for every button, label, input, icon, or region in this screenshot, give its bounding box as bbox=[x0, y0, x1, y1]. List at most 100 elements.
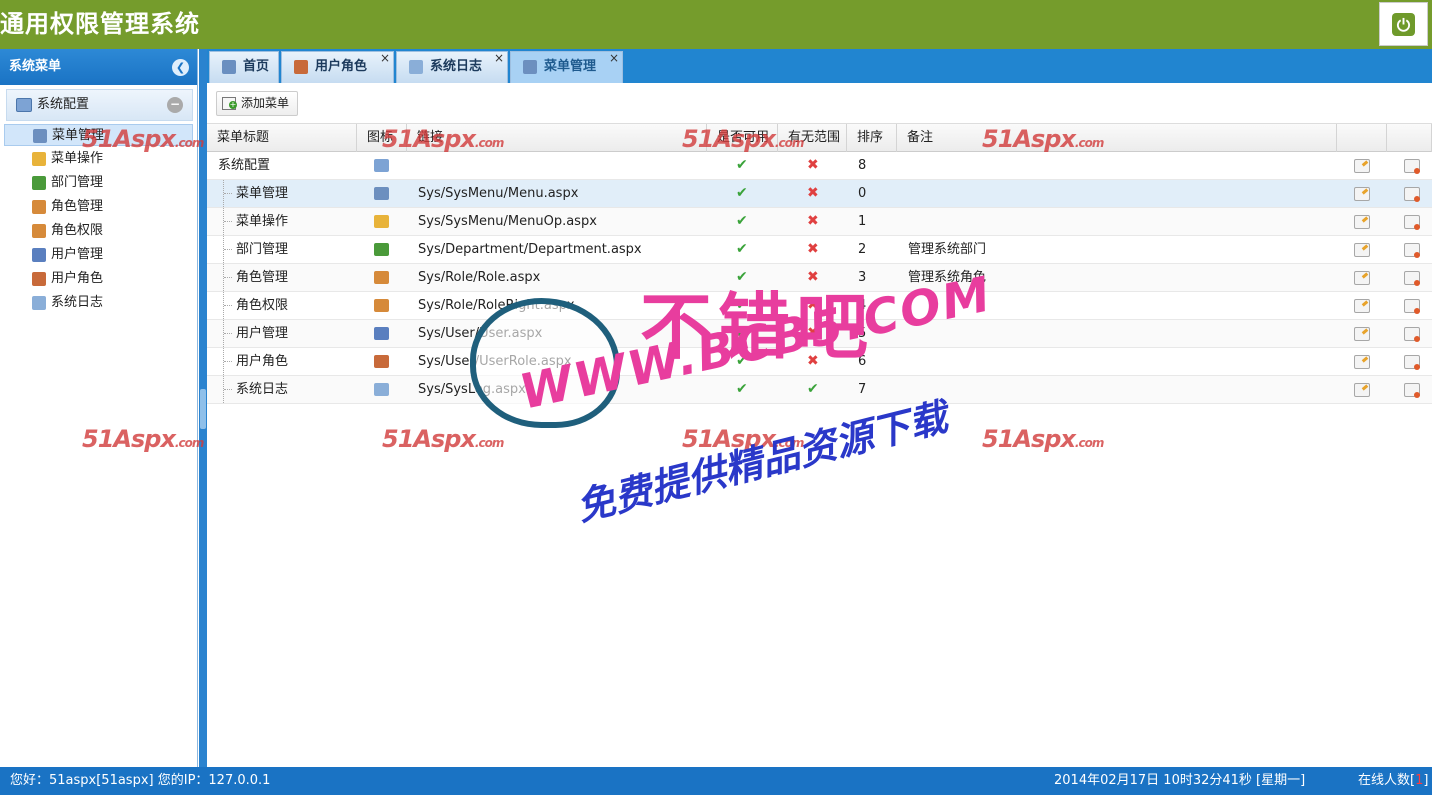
users-icon bbox=[374, 271, 389, 284]
menu-group-system-config[interactable]: 系统配置 − bbox=[6, 89, 193, 121]
online-end: ] bbox=[1423, 773, 1429, 788]
tree-connector bbox=[223, 208, 232, 235]
edit-icon[interactable] bbox=[1354, 243, 1370, 257]
check-icon: ✔ bbox=[736, 269, 748, 285]
remark-cell: 管理系统角色 bbox=[908, 270, 987, 285]
sidebar-item[interactable]: 用户角色 bbox=[30, 268, 194, 290]
tab-2[interactable]: 系统日志 × bbox=[396, 51, 508, 83]
tree-connector bbox=[223, 376, 232, 403]
edit-icon[interactable] bbox=[1354, 187, 1370, 201]
column-header[interactable]: 备注 bbox=[897, 124, 1337, 152]
app-header: 通用权限管理系统 bbox=[0, 0, 1432, 49]
tab-label: 菜单管理 bbox=[544, 59, 597, 74]
tab-1[interactable]: 用户角色 × bbox=[281, 51, 394, 83]
table-row[interactable]: 系统配置 ✔ ✖ 8 bbox=[207, 152, 1432, 180]
sidebar-item[interactable]: 菜单操作 bbox=[30, 148, 194, 170]
sidebar-item-label: 用户管理 bbox=[51, 247, 104, 262]
table-row[interactable]: 角色权限 Sys/Role/RoleRight.aspx ✔ ✖ 4 bbox=[207, 292, 1432, 320]
edit-icon[interactable] bbox=[1354, 355, 1370, 369]
add-menu-button[interactable]: 添加菜单 bbox=[216, 91, 298, 116]
sidebar-item-label: 系统日志 bbox=[51, 295, 104, 310]
close-icon[interactable]: × bbox=[609, 43, 619, 73]
edit-icon[interactable] bbox=[1354, 383, 1370, 397]
table-row[interactable]: 角色管理 Sys/Role/Role.aspx ✔ ✖ 3 管理系统角色 bbox=[207, 264, 1432, 292]
menu-title-cell: 用户角色 bbox=[236, 354, 289, 369]
cross-icon: ✖ bbox=[807, 325, 819, 341]
main-content: 添加菜单 菜单标题图标链接是否可用有无范围排序备注 系统配置 ✔ ✖ 8 菜单管理 Sys… bbox=[207, 83, 1432, 767]
grid-icon bbox=[523, 60, 537, 74]
power-icon bbox=[1392, 12, 1415, 36]
close-icon[interactable]: × bbox=[494, 43, 504, 73]
delete-icon[interactable] bbox=[1404, 187, 1420, 202]
tab-label: 首页 bbox=[243, 59, 270, 74]
status-user-info: 您好：51aspx[51aspx] 您的IP：127.0.0.1 bbox=[10, 773, 271, 788]
delete-icon[interactable] bbox=[1404, 271, 1420, 286]
delete-icon[interactable] bbox=[1404, 299, 1420, 314]
table-row[interactable]: 用户角色 Sys/User/UserRole.aspx ✔ ✖ 6 bbox=[207, 348, 1432, 376]
column-header-action bbox=[1387, 124, 1432, 152]
user-role-icon bbox=[294, 60, 308, 74]
column-header-action bbox=[1337, 124, 1387, 152]
delete-icon[interactable] bbox=[1404, 243, 1420, 258]
edit-icon[interactable] bbox=[1354, 327, 1370, 341]
menu-title-cell: 角色管理 bbox=[236, 270, 289, 285]
column-header[interactable]: 有无范围 bbox=[778, 124, 847, 152]
check-icon: ✔ bbox=[736, 297, 748, 313]
edit-icon[interactable] bbox=[1354, 299, 1370, 313]
collapse-group-icon[interactable]: − bbox=[167, 97, 183, 113]
edit-icon[interactable] bbox=[1354, 215, 1370, 229]
tree-connector bbox=[223, 264, 232, 291]
order-cell: 2 bbox=[858, 242, 867, 257]
link-cell: Sys/SysMenu/Menu.aspx bbox=[418, 186, 579, 201]
check-icon: ✔ bbox=[736, 353, 748, 369]
sidebar-item[interactable]: 菜单管理 bbox=[4, 124, 193, 146]
splitter-handle[interactable] bbox=[200, 389, 206, 429]
user-role-icon bbox=[374, 355, 389, 368]
table-row[interactable]: 用户管理 Sys/User/User.aspx ✔ ✖ 5 bbox=[207, 320, 1432, 348]
menu-title-cell: 菜单操作 bbox=[236, 214, 289, 229]
cross-icon: ✖ bbox=[807, 353, 819, 369]
delete-icon[interactable] bbox=[1404, 159, 1420, 174]
tree-connector bbox=[223, 320, 232, 347]
column-header[interactable]: 链接 bbox=[407, 124, 707, 152]
sidebar-item-label: 角色管理 bbox=[51, 199, 104, 214]
home-icon bbox=[222, 60, 236, 74]
sidebar-item[interactable]: 系统日志 bbox=[30, 292, 194, 314]
column-header[interactable]: 排序 bbox=[847, 124, 897, 152]
delete-icon[interactable] bbox=[1404, 215, 1420, 230]
column-header[interactable]: 菜单标题 bbox=[207, 124, 357, 152]
table-row[interactable]: 系统日志 Sys/SysLog.aspx ✔ ✔ 7 bbox=[207, 376, 1432, 404]
table-row[interactable]: 菜单操作 Sys/SysMenu/MenuOp.aspx ✔ ✖ 1 bbox=[207, 208, 1432, 236]
sidebar-item[interactable]: 部门管理 bbox=[30, 172, 194, 194]
delete-icon[interactable] bbox=[1404, 355, 1420, 370]
close-icon[interactable]: × bbox=[380, 43, 390, 73]
org-chart-icon bbox=[374, 243, 389, 256]
tab-label: 用户角色 bbox=[315, 59, 368, 74]
sidebar-item[interactable]: 角色管理 bbox=[30, 196, 194, 218]
edit-icon[interactable] bbox=[1354, 271, 1370, 285]
layout-splitter[interactable] bbox=[199, 49, 207, 767]
tab-0[interactable]: 首页 bbox=[209, 51, 279, 83]
order-cell: 3 bbox=[858, 270, 867, 285]
order-cell: 7 bbox=[858, 382, 867, 397]
edit-icon[interactable] bbox=[1354, 159, 1370, 173]
check-icon: ✔ bbox=[807, 381, 819, 397]
sidebar-item[interactable]: 角色权限 bbox=[30, 220, 194, 242]
user-key-icon bbox=[374, 299, 389, 312]
delete-icon[interactable] bbox=[1404, 327, 1420, 342]
collapse-sidebar-icon[interactable]: ❮ bbox=[172, 59, 189, 76]
sidebar-item[interactable]: 用户管理 bbox=[30, 244, 194, 266]
document-icon bbox=[409, 60, 423, 74]
form-edit-icon bbox=[374, 215, 389, 228]
column-header[interactable]: 是否可用 bbox=[707, 124, 778, 152]
logout-button[interactable] bbox=[1379, 2, 1428, 46]
column-header[interactable]: 图标 bbox=[357, 124, 407, 152]
org-chart-icon bbox=[32, 176, 46, 190]
grid-icon bbox=[374, 187, 389, 200]
table-row[interactable]: 菜单管理 Sys/SysMenu/Menu.aspx ✔ ✖ 0 bbox=[207, 180, 1432, 208]
grid-header: 菜单标题 图标 链接 是否可用 有无范围 排序 备注 bbox=[207, 123, 1432, 152]
table-row[interactable]: 部门管理 Sys/Department/Department.aspx ✔ ✖ 2 管理系… bbox=[207, 236, 1432, 264]
link-cell: Sys/Role/RoleRight.aspx bbox=[418, 298, 575, 313]
tab-3[interactable]: 菜单管理 × bbox=[510, 51, 623, 83]
delete-icon[interactable] bbox=[1404, 383, 1420, 398]
